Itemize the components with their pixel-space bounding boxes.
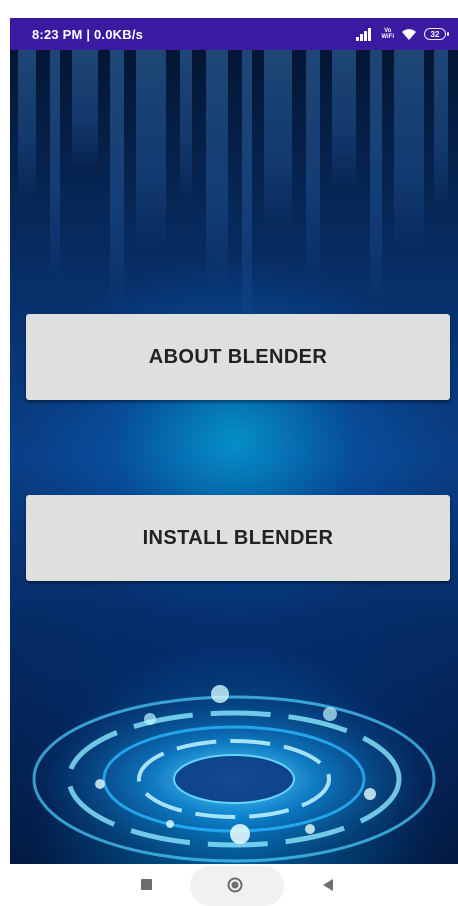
install-blender-button[interactable]: INSTALL BLENDER bbox=[26, 495, 450, 581]
wifi-icon bbox=[402, 29, 416, 40]
stripe bbox=[110, 50, 124, 310]
signal-icon bbox=[356, 28, 372, 41]
stripe bbox=[264, 50, 292, 230]
stripe bbox=[332, 50, 356, 190]
stripe bbox=[72, 50, 98, 170]
tech-rings-graphic bbox=[24, 685, 444, 864]
stripe bbox=[242, 50, 252, 330]
stripe bbox=[206, 50, 228, 290]
vowifi-label-bottom: WiFi bbox=[381, 34, 394, 40]
status-bar: 8:23 PM | 0.0KB/s Vo WiFi 32 bbox=[10, 18, 458, 50]
stripe bbox=[136, 50, 166, 250]
stripe bbox=[180, 50, 192, 200]
stripe bbox=[394, 50, 424, 250]
app-background: ABOUT BLENDER INSTALL BLENDER bbox=[10, 50, 458, 864]
status-time-speed: 8:23 PM | 0.0KB/s bbox=[32, 26, 144, 42]
status-icons: Vo WiFi 32 bbox=[356, 27, 449, 41]
stripe bbox=[306, 50, 320, 280]
triangle-back-icon[interactable] bbox=[322, 879, 334, 891]
stripe bbox=[370, 50, 382, 300]
stripe bbox=[434, 50, 448, 210]
circle-icon[interactable] bbox=[227, 877, 243, 893]
stripe bbox=[18, 50, 36, 200]
stripe bbox=[50, 50, 60, 280]
battery-level: 32 bbox=[430, 29, 440, 39]
phone-screen: 8:23 PM | 0.0KB/s Vo WiFi 32 ABOUT BLEND… bbox=[0, 0, 458, 906]
battery-icon: 32 bbox=[424, 28, 449, 40]
navigation-bar bbox=[0, 864, 458, 906]
square-icon[interactable] bbox=[141, 879, 152, 890]
about-blender-button[interactable]: ABOUT BLENDER bbox=[26, 314, 450, 400]
vowifi-icon: Vo WiFi bbox=[381, 28, 394, 40]
